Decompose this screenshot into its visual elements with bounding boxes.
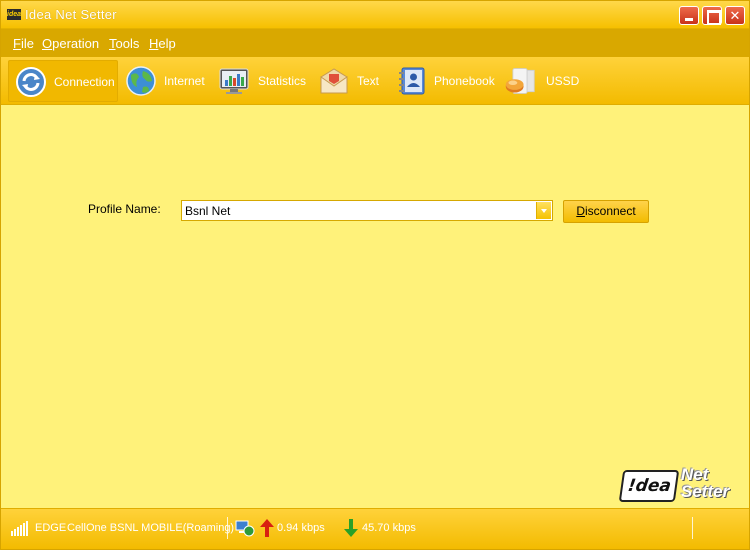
disconnect-mnemonic: D <box>576 204 585 218</box>
maximize-icon <box>703 7 721 25</box>
signal-strength-icon <box>11 521 28 536</box>
tab-phonebook-label: Phonebook <box>434 74 495 88</box>
profile-name-dropdown[interactable]: Bsnl Net <box>181 200 553 221</box>
tab-ussd-label: USSD <box>546 74 580 88</box>
menu-file-label: ile <box>20 36 34 51</box>
tab-phonebook[interactable]: Phonebook <box>394 60 495 102</box>
tab-internet[interactable]: Internet <box>123 60 209 102</box>
menu-tools-label: ools <box>115 36 140 51</box>
tab-connection-label: Connection <box>54 75 115 89</box>
menu-operation[interactable]: Operation <box>42 36 99 51</box>
monitor-chart-icon <box>219 68 249 94</box>
disconnect-button[interactable]: Disconnect <box>563 200 649 223</box>
upload-speed: 0.94 kbps <box>277 522 325 534</box>
globe-icon <box>126 66 156 96</box>
profile-name-label: Profile Name: <box>88 202 161 216</box>
menu-help-mnemonic: H <box>149 36 159 51</box>
menu-operation-label: peration <box>52 36 100 51</box>
menu-help-label: elp <box>158 36 176 51</box>
close-button[interactable]: ✕ <box>725 6 745 25</box>
window-title: Idea Net Setter <box>25 7 117 22</box>
status-divider <box>227 517 228 539</box>
menu-file[interactable]: File <box>13 36 34 51</box>
tab-ussd[interactable]: USSD <box>502 60 584 102</box>
envelope-icon <box>320 68 348 94</box>
status-bar: EDGE CellOne BSNL MOBILE(Roaming) 0.94 k… <box>1 508 749 549</box>
tab-statistics-label: Statistics <box>258 74 307 88</box>
app-window: idea Idea Net Setter ✕ File Operation To… <box>0 0 750 550</box>
menu-bar: File Operation Tools Help <box>1 29 749 57</box>
chevron-down-icon[interactable] <box>536 202 551 219</box>
tab-text-label: Text <box>357 74 380 88</box>
network-computer-icon <box>235 520 255 537</box>
minimize-button[interactable] <box>679 6 699 25</box>
download-arrow-icon <box>344 519 358 537</box>
close-icon: ✕ <box>729 8 741 23</box>
tab-statistics[interactable]: Statistics <box>215 60 307 102</box>
title-bar[interactable]: idea Idea Net Setter ✕ <box>1 1 749 29</box>
app-logo-icon: idea <box>7 9 22 20</box>
idea-net-setter-logo: !dea Net Setter <box>618 466 747 506</box>
minimize-icon <box>680 7 698 24</box>
net-text: Net <box>681 465 709 484</box>
idea-logo-text: !dea <box>626 476 673 496</box>
connection-panel: Profile Name: Bsnl Net Disconnect !dea N… <box>1 106 749 508</box>
tab-connection[interactable]: Connection <box>8 60 118 102</box>
profile-name-value: Bsnl Net <box>185 204 231 218</box>
menu-tools[interactable]: Tools <box>109 36 139 51</box>
tab-internet-label: Internet <box>164 74 205 88</box>
tab-text[interactable]: Text <box>315 60 385 102</box>
network-type: EDGE <box>35 522 67 534</box>
setter-text: Setter <box>681 482 730 501</box>
ussd-icon <box>505 68 535 94</box>
menu-file-mnemonic: F <box>13 36 21 51</box>
status-divider-right <box>692 517 693 539</box>
upload-arrow-icon <box>260 519 274 537</box>
maximize-button[interactable] <box>702 6 722 25</box>
phonebook-icon <box>399 67 425 95</box>
menu-help[interactable]: Help <box>149 36 176 51</box>
idea-logo: !dea <box>618 470 680 502</box>
disconnect-label: isconnect <box>584 204 636 218</box>
menu-operation-mnemonic: O <box>42 36 53 51</box>
connection-icon <box>16 67 46 97</box>
download-speed: 45.70 kbps <box>362 522 416 534</box>
toolbar: Connection Internet Statistics Text Phon… <box>1 57 749 105</box>
net-setter-logo-text: Net Setter <box>681 466 747 500</box>
operator-name: CellOne BSNL MOBILE(Roaming) <box>67 522 235 534</box>
